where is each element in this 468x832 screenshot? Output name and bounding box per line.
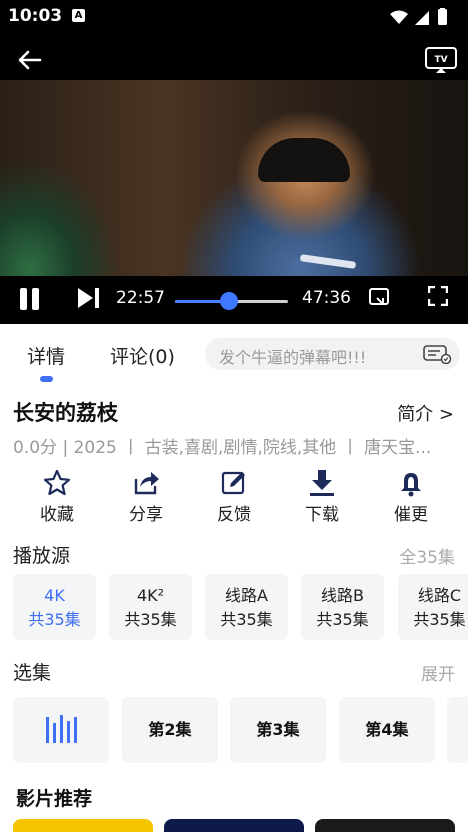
episode-item[interactable]: 第2集 <box>122 697 218 763</box>
recommend-thumbnail[interactable] <box>315 819 455 832</box>
episode-item-playing[interactable] <box>13 697 109 763</box>
sources-title: 播放源 <box>13 545 71 567</box>
source-item-a[interactable]: 线路A 共35集 <box>205 574 288 640</box>
video-title: 长安的荔枝 <box>13 401 118 425</box>
source-item-4k[interactable]: 4K 共35集 <box>13 574 96 640</box>
fullscreen-icon[interactable] <box>428 286 448 306</box>
episode-list: 第2集 第3集 第4集 <box>13 697 468 763</box>
download-button[interactable]: 下载 <box>292 468 352 525</box>
playing-bars-icon <box>46 715 77 743</box>
favorite-button[interactable]: 收藏 <box>27 468 87 525</box>
total-time: 47:36 <box>302 288 351 308</box>
source-item-b[interactable]: 线路B 共35集 <box>301 574 384 640</box>
tab-comments[interactable]: 评论(0) <box>110 342 175 369</box>
status-time: 10:03 <box>8 6 63 26</box>
episode-item[interactable] <box>447 697 468 763</box>
player-top-bar: TV <box>0 34 468 80</box>
video-content-detail <box>299 254 357 269</box>
bell-icon <box>401 473 421 497</box>
detail-tab-bar: 详情 评论(0) 发个牛逼的弹幕吧!!! <box>0 324 468 382</box>
episode-item[interactable]: 第3集 <box>230 697 326 763</box>
back-arrow-icon[interactable] <box>16 48 44 72</box>
video-frame[interactable] <box>0 80 468 276</box>
status-bar: 10:03 A <box>0 0 468 34</box>
tv-cast-icon[interactable]: TV <box>424 46 458 74</box>
current-time: 22:57 <box>116 288 165 308</box>
tab-indicator <box>40 376 53 382</box>
source-item-4k2[interactable]: 4K² 共35集 <box>109 574 192 640</box>
edit-icon <box>221 471 245 495</box>
episodes-title: 选集 <box>13 662 52 684</box>
video-content <box>258 138 350 182</box>
star-icon <box>43 469 71 496</box>
source-list: 4K 共35集 4K² 共35集 线路A 共35集 线路B 共35集 线路C 共35集 <box>13 574 468 640</box>
video-player[interactable]: TV 22:57 47:36 <box>0 34 468 324</box>
player-controls: 22:57 47:36 <box>0 276 468 324</box>
video-meta: 0.0分 | 2025 丨 古装,喜剧,剧情,院线,其他 丨 唐天宝... <box>13 438 432 458</box>
tab-details[interactable]: 详情 <box>27 342 65 369</box>
progress-knob[interactable] <box>220 292 239 310</box>
share-button[interactable]: 分享 <box>116 468 176 525</box>
recommend-title: 影片推荐 <box>16 788 93 810</box>
sources-all-link[interactable]: 全35集 <box>399 543 455 568</box>
danmu-settings-icon[interactable] <box>422 344 452 364</box>
recommend-thumbnail[interactable] <box>13 819 153 832</box>
share-icon <box>134 472 159 495</box>
svg-text:TV: TV <box>434 55 447 65</box>
system-status-icons <box>390 8 447 25</box>
source-item-c[interactable]: 线路C 共35集 <box>398 574 468 640</box>
request-update-button[interactable]: 催更 <box>381 468 441 525</box>
episodes-expand-link[interactable]: 展开 <box>421 660 455 685</box>
download-icon <box>310 470 334 496</box>
episode-item[interactable]: 第4集 <box>339 697 435 763</box>
danmu-placeholder: 发个牛逼的弹幕吧!!! <box>219 348 367 367</box>
danmu-input[interactable]: 发个牛逼的弹幕吧!!! <box>205 338 460 370</box>
next-episode-icon[interactable] <box>76 286 102 310</box>
intro-link[interactable]: 简介 > <box>397 400 454 426</box>
recommend-thumbnail[interactable] <box>164 819 304 832</box>
feedback-button[interactable]: 反馈 <box>204 468 264 525</box>
progress-bar[interactable] <box>175 292 288 310</box>
notification-icon: A <box>72 9 85 22</box>
pause-icon[interactable] <box>18 286 42 312</box>
action-row: 收藏 分享 反馈 下载 催更 <box>0 468 468 528</box>
rotate-screen-icon[interactable] <box>368 286 390 308</box>
